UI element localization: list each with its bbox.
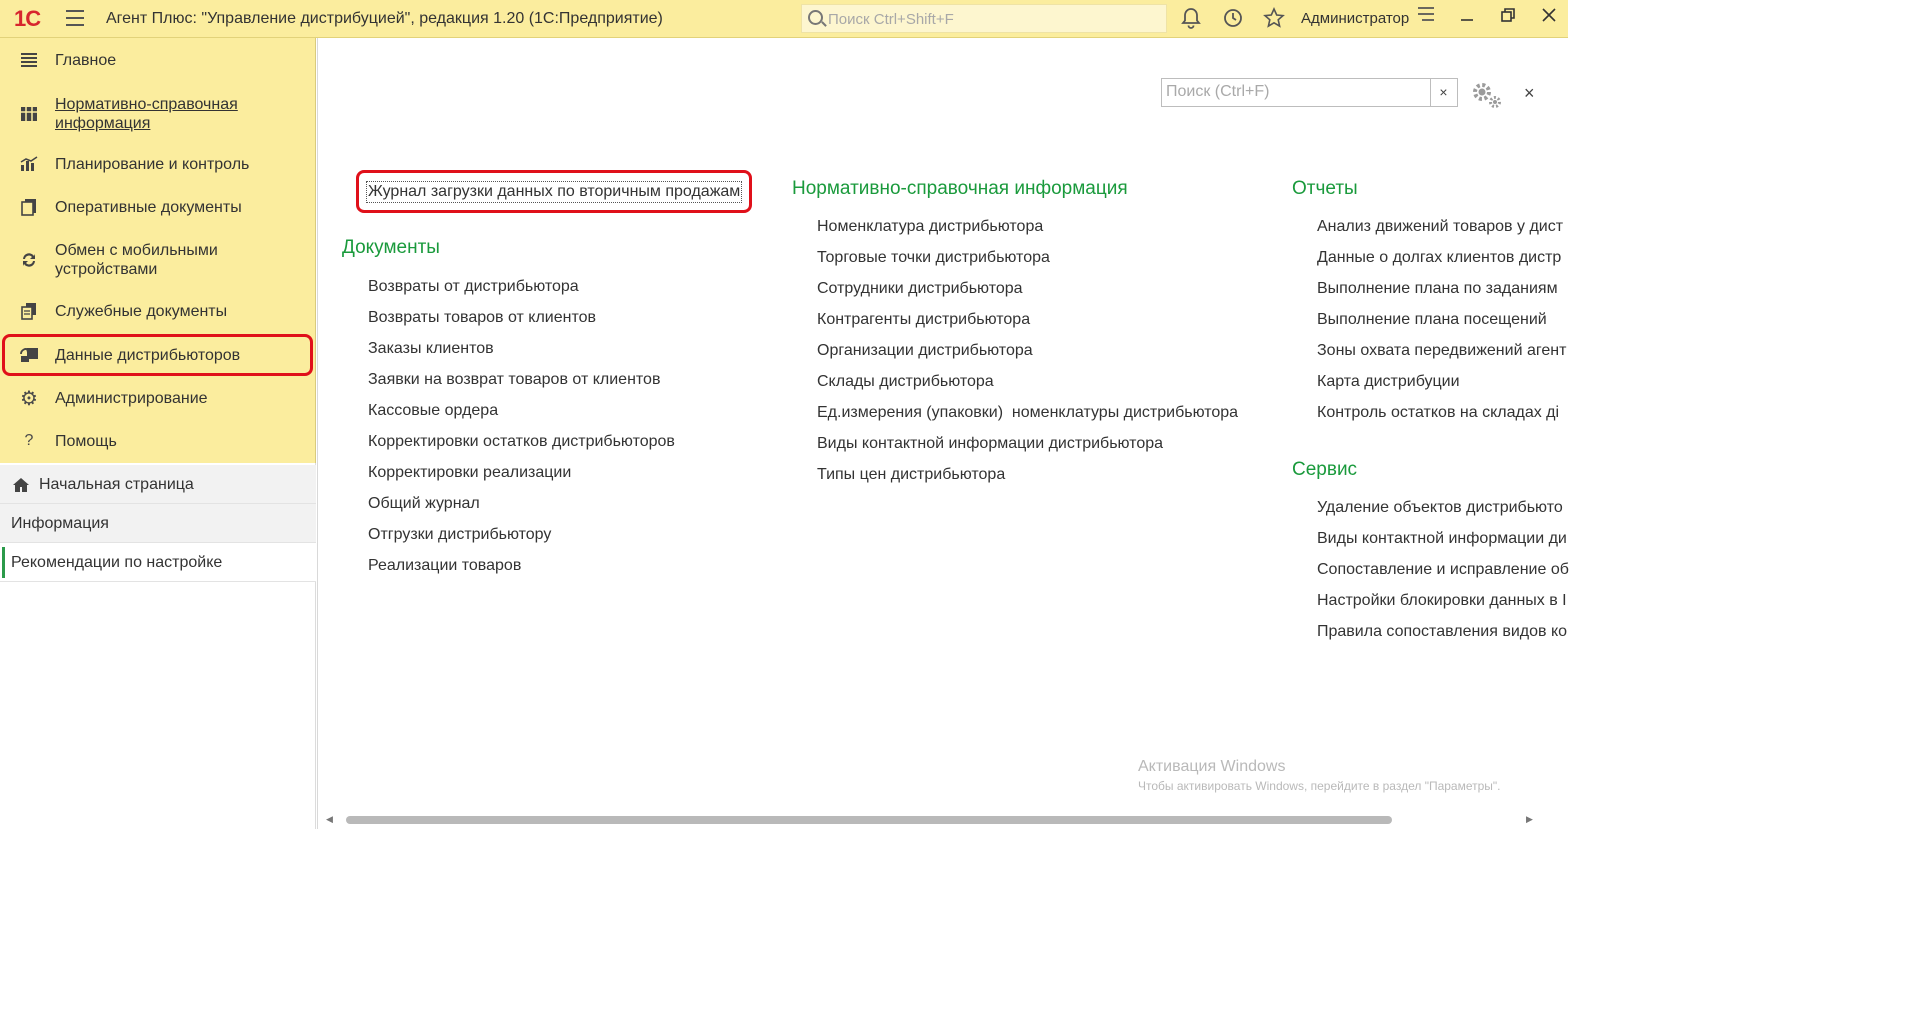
nav-item-label: Рекомендации по настройке (11, 554, 223, 571)
close-window-icon[interactable] (1537, 6, 1561, 30)
link-item[interactable]: Ед.измерения (упаковки) номенклатуры дис… (817, 404, 1238, 422)
nav-item-label: Информация (11, 515, 109, 532)
documents-icon (18, 196, 40, 218)
link-item[interactable]: Настройки блокировки данных в I (1317, 592, 1567, 610)
clear-search-button[interactable]: × (1430, 78, 1458, 107)
navigation-panel: Начальная страница Информация Рекомендац… (0, 463, 316, 829)
global-search[interactable] (801, 4, 1167, 33)
sections-sidebar: Главное Нормативно-справочная информация… (0, 38, 316, 463)
link-item[interactable]: Контрагенты дистрибьютора (817, 311, 1030, 329)
link-item[interactable]: Номенклатура дистрибьютора (817, 218, 1043, 236)
sidebar-item-label: Оперативные документы (55, 198, 242, 216)
link-item[interactable]: Выполнение плана по заданиям (1317, 280, 1558, 298)
link-item[interactable]: Зоны охвата передвижений агент (1317, 342, 1566, 360)
sidebar-item-mobile-exchange[interactable]: Обмен с мобильными устройствами (0, 240, 316, 280)
link-secondary-sales-log[interactable]: Журнал загрузки данных по вторичным прод… (366, 181, 743, 203)
sidebar-item-label: Служебные документы (55, 302, 228, 320)
link-item[interactable]: Контроль остатков на складах ді (1317, 404, 1559, 422)
minimize-icon[interactable] (1455, 6, 1479, 30)
link-item[interactable]: Торговые точки дистрибьютора (817, 249, 1050, 267)
scroll-left-icon[interactable]: ◀ (326, 814, 333, 825)
section-content: × × Журнал загрузки данных по вторичным … (317, 38, 1569, 829)
sidebar-item-label: Планирование и контроль (55, 155, 250, 173)
title-bar: 1С Агент Плюс: "Управление дистрибуцией"… (0, 0, 1568, 38)
sidebar-item-help[interactable]: ? Помощь (0, 429, 316, 453)
link-item[interactable]: Сотрудники дистрибьютора (817, 280, 1023, 298)
global-search-input[interactable] (828, 9, 1158, 29)
link-item[interactable]: Карта дистрибуции (1317, 373, 1460, 391)
link-item[interactable]: Данные о долгах клиентов дистр (1317, 249, 1561, 267)
sidebar-item-administration[interactable]: ⚙ Администрирование (0, 386, 316, 410)
list-icon (18, 49, 40, 71)
scrollbar-thumb[interactable] (346, 816, 1392, 824)
sidebar-item-label: Главное (55, 51, 117, 69)
link-item[interactable]: Организации дистрибьютора (817, 342, 1033, 360)
app-title: Агент Плюс: "Управление дистрибуцией", р… (106, 10, 663, 27)
link-item[interactable]: Заявки на возврат товаров от клиентов (368, 371, 660, 389)
link-item[interactable]: Типы цен дистрибьютора (817, 466, 1005, 484)
link-item[interactable]: Корректировки реализации (368, 464, 571, 482)
link-item[interactable]: Корректировки остатков дистрибьюторов (368, 433, 675, 451)
windows-activation-title: Активация Windows (1138, 758, 1286, 775)
link-item[interactable]: Склады дистрибьютора (817, 373, 994, 391)
link-item[interactable]: Реализации товаров (368, 557, 521, 575)
history-icon[interactable] (1221, 7, 1245, 31)
close-section-icon[interactable]: × (1524, 83, 1535, 104)
docs-icon (18, 300, 40, 322)
settings-gear-icon[interactable] (1470, 80, 1504, 117)
windows-activation-text: Чтобы активировать Windows, перейдите в … (1138, 779, 1501, 793)
scroll-right-icon[interactable]: ▶ (1526, 814, 1533, 825)
section-title-reports: Отчеты (1292, 178, 1358, 199)
settings-menu-icon[interactable] (1414, 6, 1438, 30)
link-item[interactable]: Возвраты товаров от клиентов (368, 309, 596, 327)
bell-icon[interactable] (1179, 7, 1203, 31)
search-icon (808, 10, 823, 25)
link-item[interactable]: Заказы клиентов (368, 340, 494, 358)
favorites-star-icon[interactable] (1262, 7, 1286, 31)
horizontal-scrollbar[interactable]: ◀ ▶ (318, 812, 1569, 828)
hamburger-menu-icon[interactable] (66, 10, 84, 26)
current-user[interactable]: Администратор (1301, 10, 1409, 27)
link-item[interactable]: Отгрузки дистрибьютору (368, 526, 551, 544)
section-title-documents: Документы (342, 237, 440, 258)
link-item[interactable]: Выполнение плана посещений (1317, 311, 1547, 329)
link-item[interactable]: Виды контактной информации дистрибьютора (817, 435, 1163, 453)
link-item[interactable]: Удаление объектов дистрибьюто (1317, 499, 1563, 517)
grid-icon (18, 103, 40, 125)
1c-logo[interactable]: 1С (14, 6, 41, 32)
section-title-service: Сервис (1292, 459, 1358, 480)
restore-icon[interactable] (1496, 6, 1520, 30)
sidebar-item-planning[interactable]: Планирование и контроль (0, 152, 316, 176)
sync-icon (18, 249, 40, 271)
sidebar-item-nsi[interactable]: Нормативно-справочная информация (0, 94, 316, 134)
link-item[interactable]: Возвраты от дистрибьютора (368, 278, 579, 296)
link-item[interactable]: Виды контактной информации ди (1317, 530, 1567, 548)
sidebar-item-label: Обмен с мобильными устройствами (55, 242, 218, 278)
sidebar-item-label: Администрирование (55, 389, 208, 407)
nav-information[interactable]: Информация (0, 504, 316, 543)
help-icon: ? (24, 432, 34, 449)
nav-item-label: Начальная страница (39, 476, 194, 493)
nav-home-page[interactable]: Начальная страница (0, 465, 316, 504)
link-item[interactable]: Общий журнал (368, 495, 480, 513)
sidebar-item-label: Помощь (55, 432, 117, 450)
gear-icon: ⚙ (20, 387, 38, 410)
sidebar-item-service-docs[interactable]: Служебные документы (0, 299, 316, 323)
nav-setup-recommendations[interactable]: Рекомендации по настройке (0, 543, 316, 582)
link-item[interactable]: Сопоставление и исправление об (1317, 561, 1569, 579)
home-icon (12, 477, 30, 493)
link-item[interactable]: Правила сопоставления видов ко (1317, 623, 1567, 641)
sidebar-item-main[interactable]: Главное (0, 48, 316, 72)
bar-chart-icon (18, 153, 40, 175)
function-search[interactable] (1161, 78, 1431, 107)
function-search-input[interactable] (1166, 83, 1426, 101)
link-item[interactable]: Кассовые ордера (368, 402, 498, 420)
sidebar-item-operational-docs[interactable]: Оперативные документы (0, 195, 316, 219)
sidebar-item-label: Нормативно-справочная информация (55, 96, 238, 132)
section-title-nsi: Нормативно-справочная информация (792, 178, 1128, 199)
selected-section-highlight (2, 334, 313, 376)
link-item[interactable]: Анализ движений товаров у дист (1317, 218, 1563, 236)
